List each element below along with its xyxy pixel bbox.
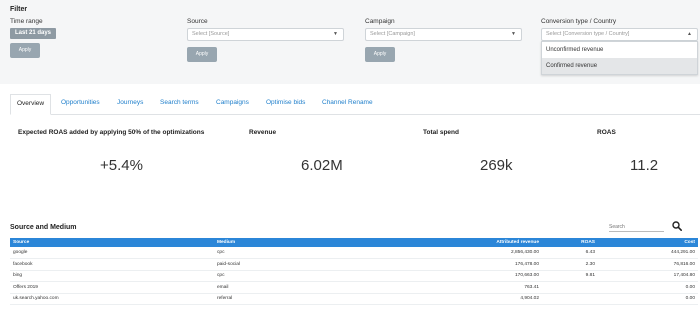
- search-input[interactable]: [609, 222, 664, 232]
- table-row: Offers 2019 email 763.41 0.00: [10, 281, 698, 294]
- tab-journeys[interactable]: Journeys: [117, 94, 143, 115]
- kpi-value-total-spend: 269k: [480, 157, 513, 174]
- tab-optimise-bids[interactable]: Optimise bids: [266, 94, 305, 115]
- cell-roas: 6.43: [542, 247, 598, 259]
- conversion-select[interactable]: Select [Conversion type / Country] ▲: [541, 28, 698, 41]
- source-select[interactable]: Select [Source] ▼: [187, 28, 344, 41]
- cell-attributed-revenue: 170,663.00: [418, 270, 542, 282]
- column-header-roas[interactable]: ROAS: [542, 238, 598, 247]
- table-row: bing cpc 170,663.00 9.81 17,404.80: [10, 270, 698, 282]
- conversion-dropdown: Unconfirmed revenue Confirmed revenue: [541, 41, 698, 75]
- search-icon[interactable]: [672, 221, 682, 231]
- tab-channel-rename[interactable]: Channel Rename: [322, 94, 373, 115]
- column-header-source[interactable]: Source: [10, 238, 214, 247]
- cell-source: facebook: [10, 258, 214, 271]
- dropdown-option-unconfirmed[interactable]: Unconfirmed revenue: [542, 42, 697, 58]
- table-header-row: Source Medium Attributed revenue ROAS Co…: [10, 238, 698, 247]
- cell-medium: cpc: [214, 247, 418, 259]
- campaign-label: Campaign: [365, 18, 395, 25]
- cell-cost: 17,404.80: [598, 270, 698, 282]
- table-row: google cpc 2,856,430.00 6.43 444,291.00: [10, 247, 698, 259]
- source-medium-table: Source Medium Attributed revenue ROAS Co…: [10, 238, 698, 305]
- cell-attributed-revenue: 176,478.00: [418, 258, 542, 271]
- cell-roas: 2.30: [542, 258, 598, 271]
- cell-source: Offers 2019: [10, 281, 214, 294]
- filter-title: Filter: [10, 6, 28, 13]
- dropdown-option-confirmed[interactable]: Confirmed revenue: [542, 58, 697, 74]
- tab-opportunities[interactable]: Opportunities: [61, 94, 100, 115]
- table-row: uk.search.yahoo.com referral 4,904.02 0.…: [10, 293, 698, 305]
- column-header-medium[interactable]: Medium: [214, 238, 418, 247]
- kpi-label-total-spend: Total spend: [423, 129, 459, 136]
- tab-campaigns[interactable]: Campaigns: [216, 94, 249, 115]
- cell-medium: email: [214, 281, 418, 294]
- chevron-down-icon: ▼: [511, 31, 516, 37]
- cell-roas: [542, 293, 598, 305]
- cell-cost: 444,291.00: [598, 247, 698, 259]
- kpi-value-expected-roas: +5.4%: [100, 157, 143, 174]
- cell-medium: cpc: [214, 270, 418, 282]
- campaign-select-placeholder: Select [Campaign]: [370, 31, 415, 37]
- source-apply-button[interactable]: Apply: [187, 47, 217, 62]
- tab-overview[interactable]: Overview: [10, 94, 52, 115]
- source-select-placeholder: Select [Source]: [192, 31, 230, 37]
- cell-attributed-revenue: 4,904.02: [418, 293, 542, 305]
- campaign-select[interactable]: Select [Campaign] ▼: [365, 28, 522, 41]
- table-row: facebook paid-social 176,478.00 2.30 76,…: [10, 258, 698, 271]
- section-title: Source and Medium: [10, 224, 77, 231]
- cell-medium: referral: [214, 293, 418, 305]
- cell-roas: [542, 281, 598, 294]
- chevron-up-icon: ▲: [687, 31, 692, 37]
- cell-source: bing: [10, 270, 214, 282]
- kpi-label-revenue: Revenue: [249, 129, 277, 136]
- conversion-select-placeholder: Select [Conversion type / Country]: [546, 31, 630, 37]
- cell-roas: 9.81: [542, 270, 598, 282]
- cell-source: google: [10, 247, 214, 259]
- kpi-label-expected-roas: Expected ROAS added by applying 50% of t…: [18, 129, 205, 136]
- cell-cost: 0.00: [598, 293, 698, 305]
- tab-search-terms[interactable]: Search terms: [160, 94, 199, 115]
- kpi-label-roas: ROAS: [597, 129, 616, 136]
- cell-cost: 76,816.00: [598, 258, 698, 271]
- chevron-down-icon: ▼: [333, 31, 338, 37]
- time-range-label: Time range: [10, 18, 43, 25]
- cell-attributed-revenue: 763.41: [418, 281, 542, 294]
- column-header-attributed-revenue[interactable]: Attributed revenue: [418, 238, 542, 247]
- time-range-selector[interactable]: Last 21 days: [10, 28, 56, 39]
- conversion-label: Conversion type / Country: [541, 18, 617, 25]
- cell-attributed-revenue: 2,856,430.00: [418, 247, 542, 259]
- tab-bar: Overview Opportunities Journeys Search t…: [10, 94, 700, 115]
- cell-cost: 0.00: [598, 281, 698, 294]
- time-range-apply-button[interactable]: Apply: [10, 43, 40, 58]
- column-header-cost[interactable]: Cost: [598, 238, 698, 247]
- kpi-value-roas: 11.2: [630, 157, 659, 174]
- cell-source: uk.search.yahoo.com: [10, 293, 214, 305]
- source-label: Source: [187, 18, 208, 25]
- kpi-value-revenue: 6.02M: [301, 157, 343, 174]
- campaign-apply-button[interactable]: Apply: [365, 47, 395, 62]
- cell-medium: paid-social: [214, 258, 418, 271]
